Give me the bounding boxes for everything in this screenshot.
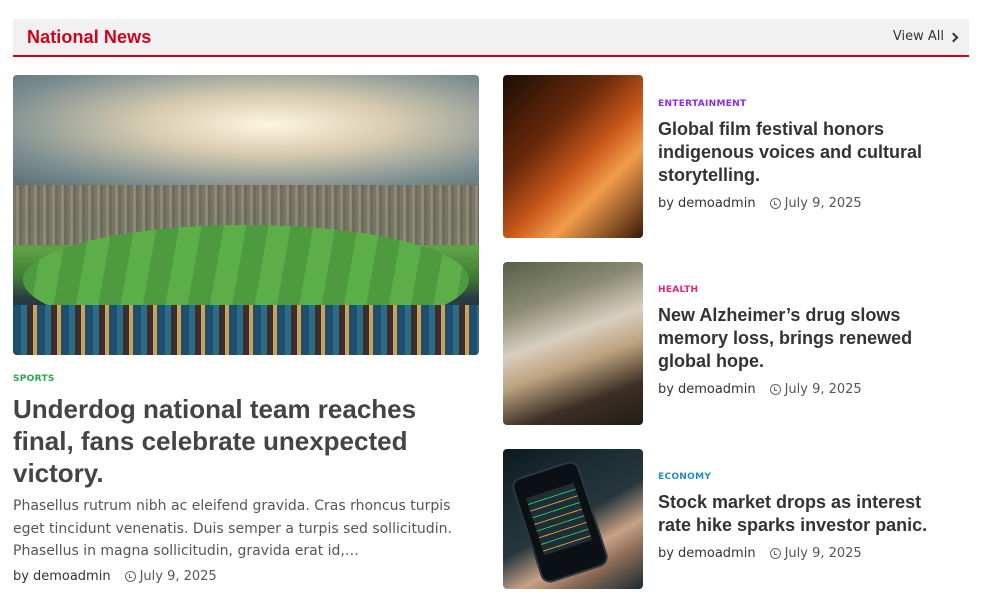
article-meta: by demoadmin July 9, 2025	[13, 569, 217, 584]
clock-icon	[769, 548, 781, 559]
featured-image[interactable]	[13, 75, 479, 355]
category-label[interactable]: ECONOMY	[658, 472, 958, 482]
category-label[interactable]: HEALTH	[658, 285, 958, 295]
featured-title[interactable]: Underdog national team reaches final, fa…	[13, 393, 473, 489]
featured-article: SPORTS Underdog national team reaches fi…	[13, 75, 479, 584]
view-all-link[interactable]: View All	[892, 29, 959, 44]
article-thumbnail[interactable]	[503, 262, 643, 425]
chevron-right-icon	[948, 32, 959, 42]
section-title: National News	[27, 27, 152, 47]
by-label: by	[13, 569, 29, 584]
by-label: by	[658, 382, 674, 397]
article-date[interactable]: July 9, 2025	[785, 546, 862, 561]
side-article-body: ENTERTAINMENT Global film festival honor…	[658, 99, 958, 211]
article-meta: by demoadmin July 9, 2025	[658, 196, 958, 211]
section-header: National News View All	[13, 19, 969, 57]
view-all-label: View All	[892, 29, 944, 44]
article-meta: by demoadmin July 9, 2025	[658, 382, 958, 397]
author-link[interactable]: demoadmin	[678, 546, 756, 561]
by-label: by	[658, 546, 674, 561]
category-label[interactable]: SPORTS	[13, 374, 55, 384]
article-meta: by demoadmin July 9, 2025	[658, 546, 958, 561]
author-link[interactable]: demoadmin	[33, 569, 111, 584]
category-label[interactable]: ENTERTAINMENT	[658, 99, 958, 109]
clock-icon	[124, 571, 136, 582]
side-article-title[interactable]: New Alzheimer’s drug slows memory loss, …	[658, 304, 958, 373]
author-link[interactable]: demoadmin	[678, 196, 756, 211]
article-thumbnail[interactable]	[503, 75, 643, 238]
clock-icon	[769, 198, 781, 209]
clock-icon	[769, 384, 781, 395]
by-label: by	[658, 196, 674, 211]
article-date[interactable]: July 9, 2025	[785, 196, 862, 211]
side-article-title[interactable]: Stock market drops as interest rate hike…	[658, 491, 958, 537]
side-article-title[interactable]: Global film festival honors indigenous v…	[658, 118, 958, 187]
stadium-sky	[13, 75, 479, 185]
featured-excerpt: Phasellus rutrum nibh ac eleifend gravid…	[13, 498, 452, 559]
side-article-body: ECONOMY Stock market drops as interest r…	[658, 472, 958, 561]
side-article-body: HEALTH New Alzheimer’s drug slows memory…	[658, 285, 958, 397]
article-thumbnail[interactable]	[503, 449, 643, 589]
article-date[interactable]: July 9, 2025	[140, 569, 217, 584]
smartphone-image	[509, 458, 611, 586]
spectator-crowd	[13, 305, 479, 355]
author-link[interactable]: demoadmin	[678, 382, 756, 397]
article-date[interactable]: July 9, 2025	[785, 382, 862, 397]
